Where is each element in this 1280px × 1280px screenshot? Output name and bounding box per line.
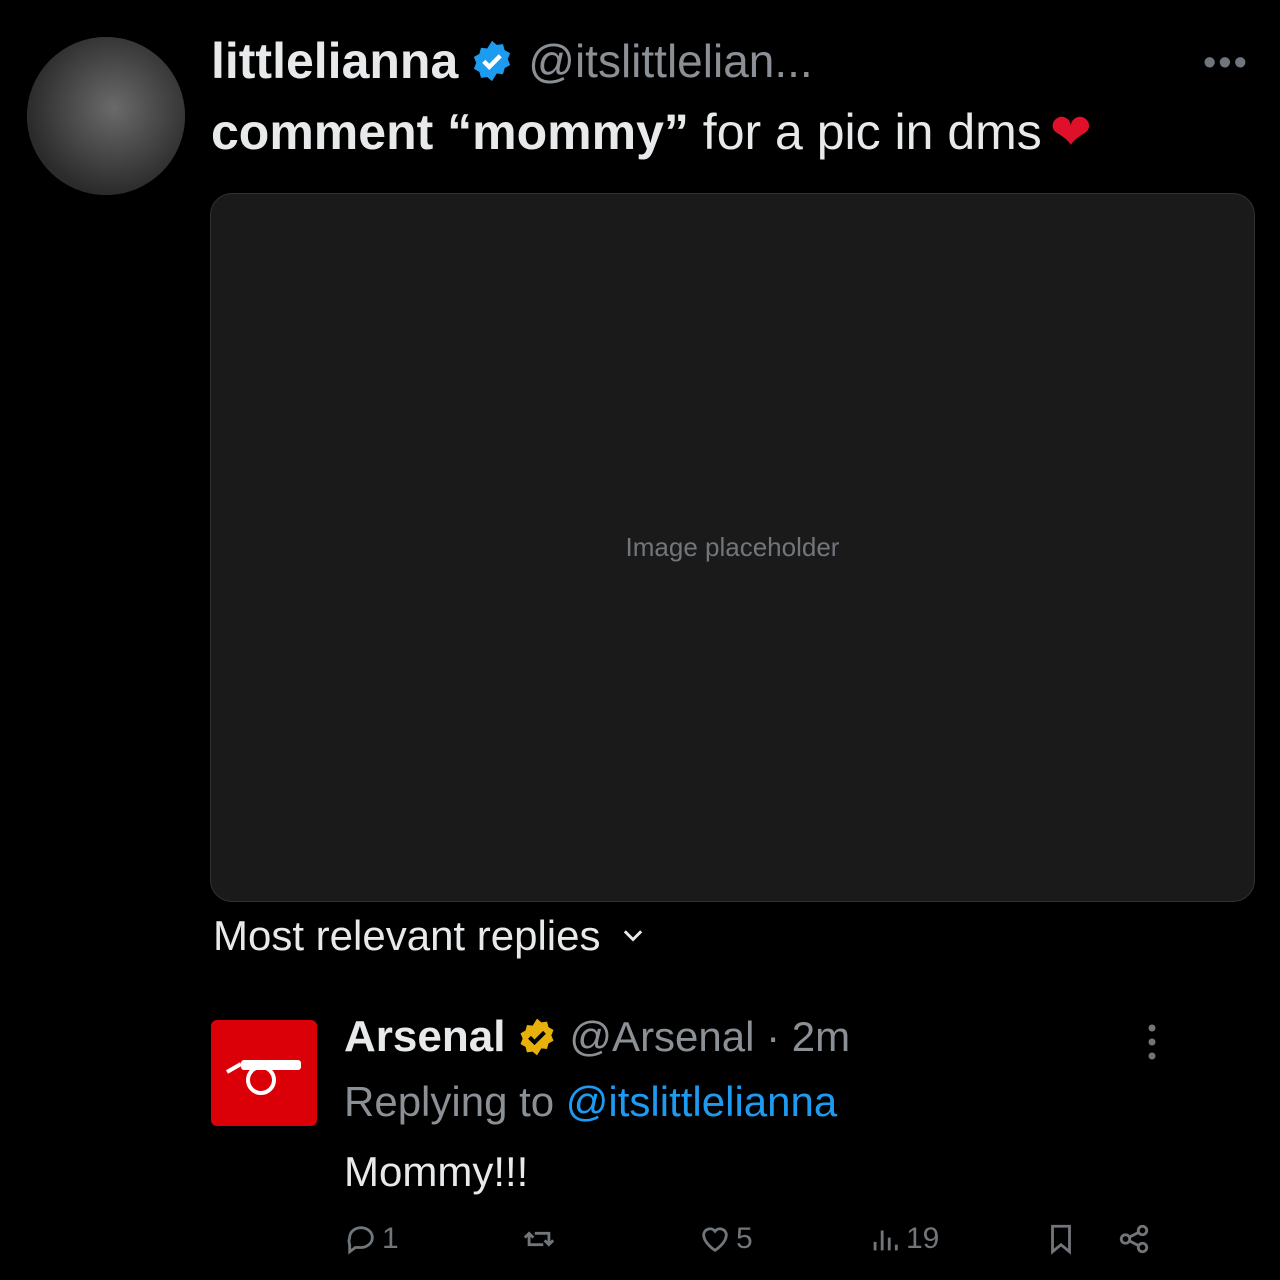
author-handle[interactable]: @itslittlelian... — [528, 34, 812, 88]
media-placeholder-label: Image placeholder — [625, 532, 840, 562]
views-button[interactable]: 19 — [868, 1222, 939, 1256]
reply-action-bar: 1 5 19 — [0, 1222, 1280, 1272]
tweet-text: comment “mommy” for a pic in dms ❤ — [211, 103, 1092, 161]
reply-display-name[interactable]: Arsenal — [344, 1012, 505, 1062]
like-icon — [702, 1227, 728, 1253]
reply-handle-time[interactable]: @Arsenal · 2m — [569, 1013, 850, 1061]
reply-text: Mommy!!! — [344, 1148, 529, 1195]
heart-emoji: ❤ — [1049, 104, 1092, 160]
cannon-icon — [226, 1060, 301, 1095]
retweet-button[interactable] — [522, 1222, 556, 1256]
gold-badge-icon — [520, 1018, 554, 1056]
reply-icon — [347, 1226, 374, 1255]
tweet-header: littlelianna @itslittlelian... — [211, 32, 813, 90]
tweet-text-suffix: for a pic in dms — [688, 104, 1042, 160]
share-button[interactable] — [1117, 1222, 1151, 1256]
view-count: 19 — [906, 1222, 940, 1255]
verified-badge-icon — [474, 40, 511, 82]
author-display-name[interactable]: littlelianna — [211, 32, 458, 90]
replying-to-line: Replying to @itslittlelianna — [344, 1078, 837, 1126]
reply-button[interactable]: 1 — [344, 1222, 399, 1256]
like-count: 5 — [736, 1222, 753, 1255]
reply-author-avatar[interactable] — [211, 1020, 317, 1126]
reply-header: Arsenal @Arsenal · 2m — [344, 1012, 850, 1062]
replies-sort-label: Most relevant replies — [213, 912, 601, 959]
more-icon[interactable]: ••• — [1203, 42, 1249, 85]
chevron-down-icon — [623, 930, 642, 942]
tweet-media-placeholder[interactable]: Image placeholder — [210, 193, 1255, 902]
replying-to-label: Replying to — [344, 1078, 566, 1125]
bookmark-button[interactable] — [1044, 1222, 1078, 1256]
tweet-text-quoted: “mommy” — [447, 104, 689, 160]
retweet-icon — [523, 1231, 555, 1247]
author-avatar[interactable] — [27, 37, 185, 195]
replying-to-mention[interactable]: @itslittlelianna — [566, 1078, 837, 1125]
reply-more-icon[interactable] — [1144, 1020, 1160, 1064]
tweet-text-prefix: comment — [211, 104, 448, 160]
share-icon — [1119, 1224, 1149, 1254]
reply-count: 1 — [382, 1222, 399, 1255]
views-icon — [873, 1230, 898, 1251]
bookmark-icon — [1051, 1224, 1071, 1255]
like-button[interactable]: 5 — [698, 1222, 753, 1256]
replies-sort-dropdown[interactable]: Most relevant replies — [213, 912, 647, 960]
